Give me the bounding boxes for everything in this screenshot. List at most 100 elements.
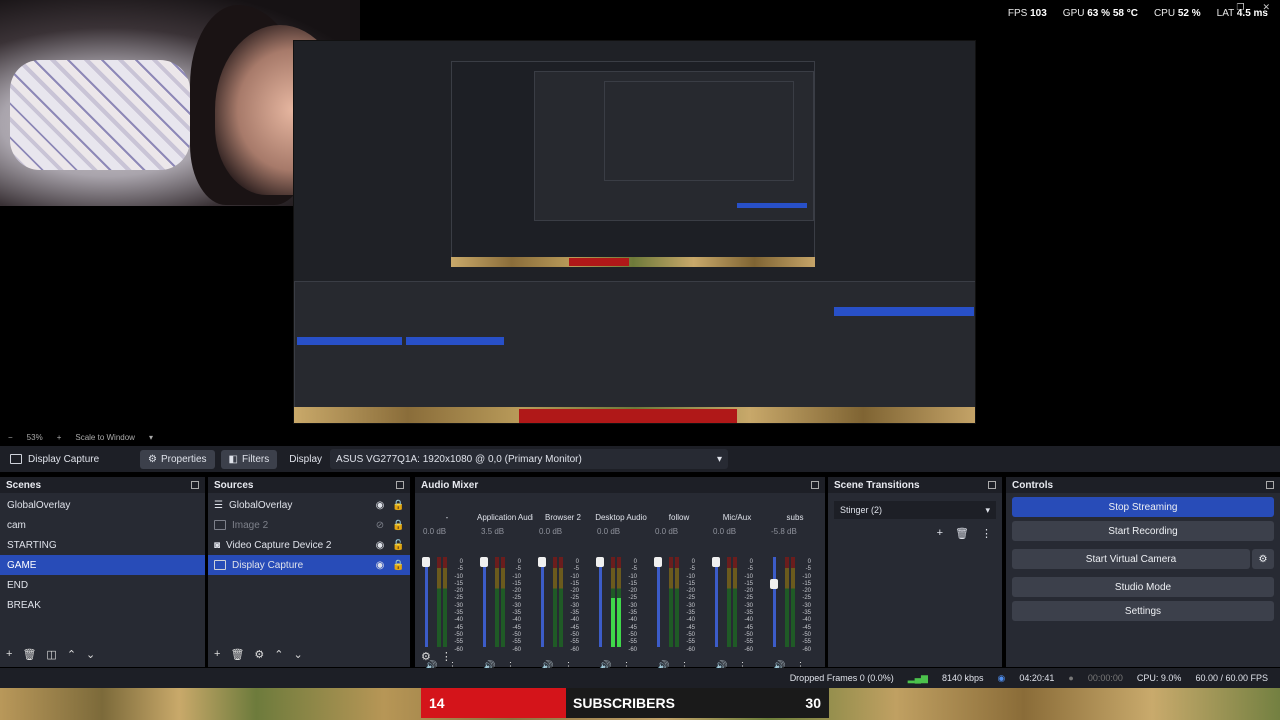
source-item[interactable]: ☰ GlobalOverlay ◉ 🔒 [208,495,410,515]
mixer-settings-icon[interactable]: ⚙ [421,650,431,663]
move-up-icon[interactable]: ⌃ [274,648,283,661]
scene-item[interactable]: END [0,575,205,595]
scene-item[interactable]: cam [0,515,205,535]
level-meter [437,557,441,647]
remove-transition-icon[interactable]: 🗑 [955,527,969,540]
db-scale: 0 -5 -10 -15 -20 -25 -30 -35 -40 -45 -50 -55 -60 [512,559,521,653]
scene-item[interactable]: GlobalOverlay [0,495,205,515]
add-scene-icon[interactable]: + [6,648,12,660]
context-bar: Display Capture ⚙ Properties ◧ Filters D… [0,446,1280,472]
db-scale: 0 -5 -10 -15 -20 -25 -30 -35 -40 -45 -50 -55 -60 [744,559,753,653]
chevron-down-icon: ▾ [985,504,990,515]
unlock-icon[interactable]: 🔓 [392,540,404,551]
add-source-icon[interactable]: + [214,648,220,660]
move-down-icon[interactable]: ⌄ [294,648,303,661]
level-meter [501,557,505,647]
level-meter [733,557,737,647]
remove-source-icon[interactable]: 🗑 [230,648,244,661]
lock-icon[interactable]: 🔒 [392,560,404,571]
channel-volume-db: 0.0 dB [713,527,737,536]
level-meter [553,557,557,647]
source-properties-icon[interactable]: ⚙ [254,648,264,661]
properties-button[interactable]: ⚙ Properties [140,449,215,469]
scene-item-selected[interactable]: GAME [0,555,205,575]
fader-handle[interactable] [654,557,662,567]
visibility-icon[interactable]: ◉ [374,560,386,571]
float-dock-icon[interactable] [811,481,819,489]
transition-select[interactable]: Stinger (2) ▾ [834,501,996,519]
virtual-camera-settings-icon[interactable]: ⚙ [1252,549,1274,569]
lock-icon[interactable]: 🔒 [392,500,404,511]
db-scale: 0 -5 -10 -15 -20 -25 -30 -35 -40 -45 -50 -55 -60 [570,559,579,653]
signal-icon: ▂▄▆ [907,672,928,683]
studio-mode-button[interactable]: Studio Mode [1012,577,1274,597]
lock-icon[interactable]: 🔒 [392,520,404,531]
record-icon: ● [1068,673,1074,683]
preview-canvas[interactable] [293,40,976,424]
remove-scene-icon[interactable]: 🗑 [22,648,36,661]
add-transition-icon[interactable]: + [937,527,943,540]
float-dock-icon[interactable] [191,481,199,489]
volume-fader[interactable] [422,557,430,647]
mixer-menu-icon[interactable]: ⋮ [441,650,452,663]
gpu-value: 63 % [1087,8,1111,19]
move-up-icon[interactable]: ⌃ [67,648,76,661]
channel-name: subs [786,513,804,522]
source-item[interactable]: Image 2 ⊘ 🔒 [208,515,410,535]
gpu-temp: 58 °C [1112,8,1138,19]
level-meter [495,557,499,647]
latency-value: 4.5 ms [1236,8,1268,19]
subs-left-count: 14 [429,695,445,711]
source-item-selected[interactable]: Display Capture ◉ 🔒 [208,555,410,575]
visibility-off-icon[interactable]: ⊘ [374,520,386,531]
camera-icon: ◙ [214,539,221,551]
volume-fader[interactable] [654,557,662,647]
fader-handle[interactable] [712,557,720,567]
stream-icon: ◉ [997,672,1006,683]
volume-fader[interactable] [538,557,546,647]
source-item[interactable]: ◙ Video Capture Device 2 ◉ 🔓 [208,535,410,555]
visibility-icon[interactable]: ◉ [374,500,386,511]
settings-button[interactable]: Settings [1012,601,1274,621]
scale-dropdown-icon[interactable]: ▾ [149,433,153,442]
group-icon: ☰ [214,499,223,511]
transition-menu-icon[interactable]: ⋮ [981,527,992,540]
scene-item[interactable]: BREAK [0,595,205,615]
volume-fader[interactable] [596,557,604,647]
scale-mode[interactable]: Scale to Window [75,433,135,442]
image-icon [214,520,226,530]
fader-handle[interactable] [538,557,546,567]
volume-fader[interactable] [770,557,778,647]
gear-icon: ⚙ [148,453,157,465]
filters-button[interactable]: ◧ Filters [220,449,278,469]
volume-fader[interactable] [480,557,488,647]
float-dock-icon[interactable] [1266,481,1274,489]
selected-source-name: Display Capture [28,453,100,465]
sources-title: Sources [214,479,254,491]
fps-status: 60.00 / 60.00 FPS [1195,673,1268,683]
zoom-in-button[interactable]: + [57,433,62,442]
scenes-title: Scenes [6,479,42,491]
fader-handle[interactable] [480,557,488,567]
channel-name: Mic/Aux [722,513,752,522]
record-time: 00:00:00 [1087,673,1123,683]
start-recording-button[interactable]: Start Recording [1012,521,1274,541]
scene-item[interactable]: STARTING [0,535,205,555]
channel-volume-db: 0.0 dB [539,527,563,536]
display-select[interactable]: ASUS VG277Q1A: 1920x1080 @ 0,0 (Primary … [330,449,729,469]
scene-filters-icon[interactable]: ◫ [46,648,56,661]
fader-handle[interactable] [596,557,604,567]
float-dock-icon[interactable] [988,481,996,489]
level-meter [675,557,679,647]
fader-handle[interactable] [422,557,430,567]
fader-handle[interactable] [770,579,778,589]
float-dock-icon[interactable] [396,481,404,489]
volume-fader[interactable] [712,557,720,647]
move-down-icon[interactable]: ⌄ [86,648,95,661]
transitions-title: Scene Transitions [834,479,920,491]
zoom-out-button[interactable]: − [8,433,13,442]
start-virtual-camera-button[interactable]: Start Virtual Camera [1012,549,1250,569]
mixer-channel: Browser 2 0.0 dB 0 -5 -10 -15 -20 -25 -30 -35 -40-… [535,513,591,672]
stop-streaming-button[interactable]: Stop Streaming [1012,497,1274,517]
visibility-icon[interactable]: ◉ [374,540,386,551]
